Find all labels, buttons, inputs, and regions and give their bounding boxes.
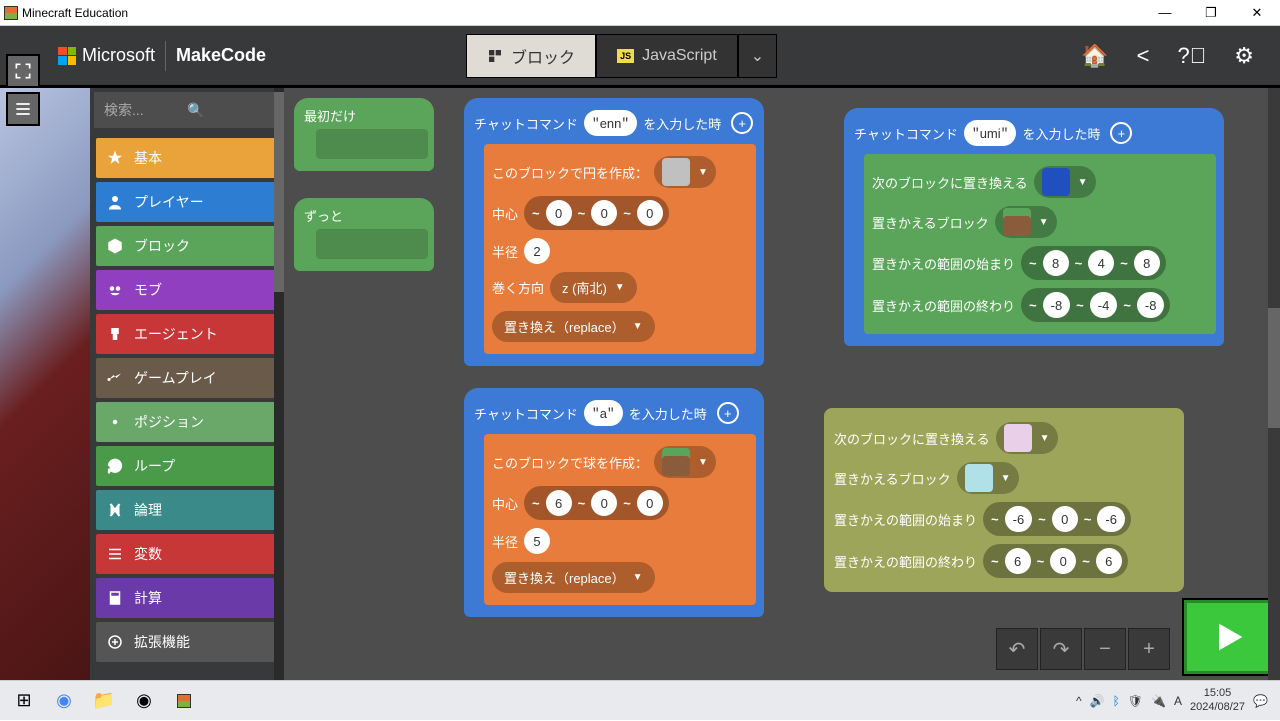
block-picker[interactable] [662, 158, 690, 186]
window-title: Minecraft Education [22, 6, 128, 20]
tray-volume-icon[interactable]: 🔊 [1090, 694, 1105, 708]
tab-blocks[interactable]: ブロック [466, 34, 596, 78]
share-icon[interactable]: < [1137, 43, 1150, 69]
start-button[interactable]: ⊞ [4, 681, 44, 721]
block-chat-a[interactable]: チャットコマンド"a"を入力した時+ このブロックで球を作成：▼ 中心~6~0~… [464, 388, 764, 617]
cat-gameplay[interactable]: ゲームプレイ [96, 358, 278, 398]
chrome-icon[interactable]: ◉ [44, 681, 84, 721]
category-sidebar: 検索...🔍 基本 プレイヤー ブロック モブ エージェント ゲームプレイ ポジ… [90, 88, 284, 680]
sidebar-scrollbar[interactable] [274, 88, 284, 680]
editor-tabs: ブロック JSJavaScript ⌄ [466, 34, 777, 78]
block-picker[interactable] [1042, 168, 1070, 196]
block-picker[interactable] [965, 464, 993, 492]
cat-mobs[interactable]: モブ [96, 270, 278, 310]
help-icon[interactable]: ?⃝ [1178, 43, 1207, 69]
settings-icon[interactable]: ⚙ [1234, 43, 1254, 69]
window-titlebar: Minecraft Education ― ❐ ✕ [0, 0, 1280, 26]
canvas-scrollbar[interactable] [1268, 88, 1280, 680]
maximize-button[interactable]: ❐ [1188, 0, 1234, 26]
search-icon: 🔍 [187, 102, 270, 119]
block-canvas[interactable]: 最初だけ ずっと チャットコマンド"enn"を入力した時+ このブロックで円を作… [284, 88, 1280, 680]
fullscreen-button[interactable] [6, 54, 40, 88]
cat-loops[interactable]: ループ [96, 446, 278, 486]
minecraft-taskbar-icon[interactable] [164, 681, 204, 721]
block-picker[interactable] [662, 448, 690, 476]
add-param-icon[interactable]: + [731, 112, 753, 134]
explorer-icon[interactable]: 📁 [84, 681, 124, 721]
cat-position[interactable]: ポジション [96, 402, 278, 442]
play-button[interactable] [1184, 600, 1274, 674]
windows-taskbar: ⊞ ◉ 📁 ◉ ^ 🔊 ᛒ 🛡 🔌 A 15:052024/08/27 💬 [0, 680, 1280, 720]
tray-notifications-icon[interactable]: 💬 [1253, 694, 1268, 708]
tray-security-icon[interactable]: 🛡 [1128, 694, 1143, 708]
tray-bt-icon[interactable]: ᛒ [1113, 694, 1120, 708]
home-icon[interactable]: 🏠 [1081, 43, 1108, 69]
microsoft-logo: Microsoft [58, 45, 155, 66]
app-icon [4, 6, 18, 20]
block-chat-umi[interactable]: チャットコマンド"umi"を入力した時+ 次のブロックに置き換える▼ 置きかえる… [844, 108, 1224, 346]
cat-extensions[interactable]: 拡張機能 [96, 622, 278, 662]
zoom-in-button[interactable]: + [1128, 628, 1170, 670]
menu-button[interactable] [6, 92, 40, 126]
cat-player[interactable]: プレイヤー [96, 182, 278, 222]
tab-dropdown[interactable]: ⌄ [738, 34, 777, 78]
block-chat-enn[interactable]: チャットコマンド"enn"を入力した時+ このブロックで円を作成：▼ 中心~0~… [464, 98, 764, 366]
tab-javascript[interactable]: JSJavaScript [596, 34, 738, 78]
app-icon-1[interactable]: ◉ [124, 681, 164, 721]
block-picker[interactable] [1003, 208, 1031, 236]
undo-button[interactable]: ↶ [996, 628, 1038, 670]
add-param-icon[interactable]: + [1110, 122, 1132, 144]
minimize-button[interactable]: ― [1142, 0, 1188, 26]
tray-clock[interactable]: 15:052024/08/27 [1190, 687, 1245, 713]
tray-power-icon[interactable]: 🔌 [1151, 694, 1166, 708]
block-on-start[interactable]: 最初だけ [294, 98, 434, 171]
zoom-out-button[interactable]: − [1084, 628, 1126, 670]
cat-basic[interactable]: 基本 [96, 138, 278, 178]
cat-variables[interactable]: 変数 [96, 534, 278, 574]
tray-chevron-icon[interactable]: ^ [1076, 694, 1082, 708]
topbar: Microsoft MakeCode ブロック JSJavaScript ⌄ 🏠… [0, 26, 1280, 88]
block-replace-free[interactable]: 次のブロックに置き換える▼ 置きかえるブロック▼ 置きかえの範囲の始まり~-6~… [824, 408, 1184, 592]
cat-math[interactable]: 計算 [96, 578, 278, 618]
product-name: MakeCode [176, 45, 266, 66]
game-preview-strip [0, 88, 90, 680]
search-input[interactable]: 検索...🔍 [94, 92, 280, 128]
block-forever[interactable]: ずっと [294, 198, 434, 271]
cat-logic[interactable]: 論理 [96, 490, 278, 530]
cat-agent[interactable]: エージェント [96, 314, 278, 354]
block-picker[interactable] [1004, 424, 1032, 452]
cat-blocks[interactable]: ブロック [96, 226, 278, 266]
tray-ime-icon[interactable]: A [1174, 694, 1182, 708]
redo-button[interactable]: ↷ [1040, 628, 1082, 670]
add-param-icon[interactable]: + [717, 402, 739, 424]
close-button[interactable]: ✕ [1234, 0, 1280, 26]
